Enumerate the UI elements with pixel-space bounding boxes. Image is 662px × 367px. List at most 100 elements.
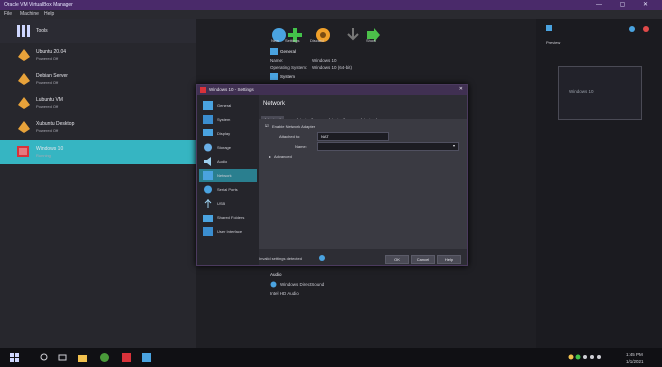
detail-name-label: Name:: [270, 58, 284, 63]
settings-button[interactable]: Settings: [285, 38, 299, 43]
storage-icon: [204, 143, 212, 152]
discard-button[interactable]: Discard: [310, 38, 324, 43]
global-tools-icons[interactable]: [628, 25, 652, 33]
nav-label: USB: [217, 201, 226, 206]
preview-icon: [546, 25, 552, 31]
task-view-icon[interactable]: [58, 353, 67, 362]
menu-file[interactable]: File: [4, 11, 12, 17]
nav-label: Shared Folders: [217, 215, 245, 220]
detail-os-label: Operating System:: [270, 65, 308, 70]
window-controls[interactable]: — ▢ ✕: [596, 1, 656, 8]
nav-label: General: [217, 103, 232, 108]
help-button[interactable]: Help: [437, 255, 461, 264]
system-section-icon: [270, 73, 278, 80]
vm-state: Powered Off: [36, 80, 59, 85]
attached-to-label: Attached to:: [279, 134, 301, 139]
settings-nav-general[interactable]: General: [199, 99, 257, 112]
system-tray-icons[interactable]: [568, 353, 602, 361]
usb-icon: [204, 199, 212, 208]
settings-nav-user-interface[interactable]: User Interface: [199, 225, 257, 238]
attached-to-select[interactable]: NAT: [317, 132, 389, 141]
section-general-title: General: [280, 49, 297, 54]
vm-state: Powered Off: [36, 104, 59, 109]
enable-adapter-label: Enable Network Adapter: [272, 124, 316, 129]
virtualbox-taskbar-icon[interactable]: [122, 353, 131, 362]
settings-nav-serial[interactable]: Serial Ports: [199, 183, 257, 196]
vm-item[interactable]: Ubuntu 20.04 Powered Off: [0, 43, 196, 67]
audio-icon: [270, 281, 277, 288]
file-explorer-icon[interactable]: [78, 353, 87, 362]
settings-nav-audio[interactable]: Audio: [199, 155, 257, 168]
advanced-label: Advanced: [274, 154, 292, 159]
settings-sidebar: General System Display Storage Audio Net…: [197, 95, 259, 265]
vm-item-selected[interactable]: Windows 10 Running: [0, 140, 196, 164]
browser-icon[interactable]: [100, 353, 109, 362]
general-icon: [203, 101, 213, 110]
enable-adapter-checkbox[interactable]: ☑: [265, 123, 269, 128]
audio-host-value: Windows DirectSound: [280, 282, 325, 287]
settings-nav-network[interactable]: Network: [199, 169, 257, 182]
detail-os-value: Windows 10 (64-bit): [312, 65, 353, 70]
cancel-button[interactable]: Cancel: [411, 255, 435, 264]
tools-label: Tools: [36, 28, 48, 34]
settings-nav-storage[interactable]: Storage: [199, 141, 257, 154]
general-section-icon: [270, 48, 278, 55]
chevron-down-icon: ▾: [452, 143, 455, 148]
start-button[interactable]: Show: [366, 38, 376, 43]
menu-help[interactable]: Help: [44, 11, 54, 17]
show-disabled-icon: [347, 28, 359, 41]
search-icon[interactable]: [40, 353, 49, 362]
tools-row[interactable]: Tools: [0, 19, 196, 43]
preview-screen: Windows 10: [558, 66, 642, 120]
dialog-app-icon: [200, 87, 206, 93]
display-icon: [203, 129, 213, 136]
start-menu-icon[interactable]: [10, 353, 19, 362]
vm-name: Windows 10: [36, 146, 64, 152]
dialog-close-icon[interactable]: ✕: [459, 86, 463, 92]
window-titlebar: Oracle VM VirtualBox Manager — ▢ ✕: [0, 0, 662, 10]
dialog-title: Windows 10 - Settings: [209, 87, 254, 92]
vm-os-icon: [18, 49, 30, 61]
menu-machine[interactable]: Machine: [20, 11, 39, 17]
vm-name: Lubuntu VM: [36, 97, 63, 103]
vm-item[interactable]: Xubuntu Desktop Powered Off: [0, 115, 196, 139]
app-icon[interactable]: [142, 353, 151, 362]
name-label: Name:: [295, 144, 307, 149]
menu-bar: File Machine Help: [0, 10, 662, 19]
nav-label: User Interface: [217, 229, 243, 234]
new-button[interactable]: New: [271, 38, 279, 43]
clock-date[interactable]: 1/1/2021: [626, 359, 644, 364]
settings-nav-system[interactable]: System: [199, 113, 257, 126]
section-audio-title: Audio: [270, 272, 282, 277]
nav-label: System: [217, 117, 231, 122]
settings-nav-usb[interactable]: USB: [199, 197, 257, 210]
nav-label: Network: [217, 173, 232, 178]
user-interface-icon: [203, 227, 213, 236]
system-icon: [203, 115, 213, 124]
nav-label: Display: [217, 131, 231, 136]
folder-icon: [203, 215, 213, 222]
name-select[interactable]: ▾: [317, 142, 459, 151]
tools-icon: [17, 25, 30, 37]
audio-icon: [204, 157, 211, 166]
settings-nav-display[interactable]: Display: [199, 127, 257, 140]
vm-item[interactable]: Lubuntu VM Powered Off: [0, 91, 196, 115]
ok-button[interactable]: OK: [385, 255, 409, 264]
clock-time[interactable]: 1:45 PM: [626, 352, 643, 357]
vm-name: Xubuntu Desktop: [36, 121, 75, 127]
adapter-panel: ☑ Enable Network Adapter Attached to: NA…: [259, 119, 467, 249]
vm-state: Running: [36, 153, 51, 158]
vm-os-icon: [18, 97, 30, 109]
advanced-toggle[interactable]: ▸: [269, 154, 271, 159]
dialog-titlebar: Windows 10 - Settings ✕: [197, 85, 467, 95]
vm-item[interactable]: Debian Server Powered Off: [0, 67, 196, 91]
warning-icon[interactable]: [319, 255, 325, 261]
vm-state: Powered Off: [36, 128, 59, 133]
window-title: Oracle VM VirtualBox Manager: [4, 2, 73, 8]
attached-to-value: NAT: [321, 134, 329, 139]
section-system-title: System: [280, 74, 296, 79]
windows-os-icon: [17, 146, 29, 157]
audio-controller-value: Intel HD Audio: [270, 291, 299, 296]
settings-nav-shared-folders[interactable]: Shared Folders: [199, 211, 257, 224]
network-icon: [203, 171, 213, 180]
